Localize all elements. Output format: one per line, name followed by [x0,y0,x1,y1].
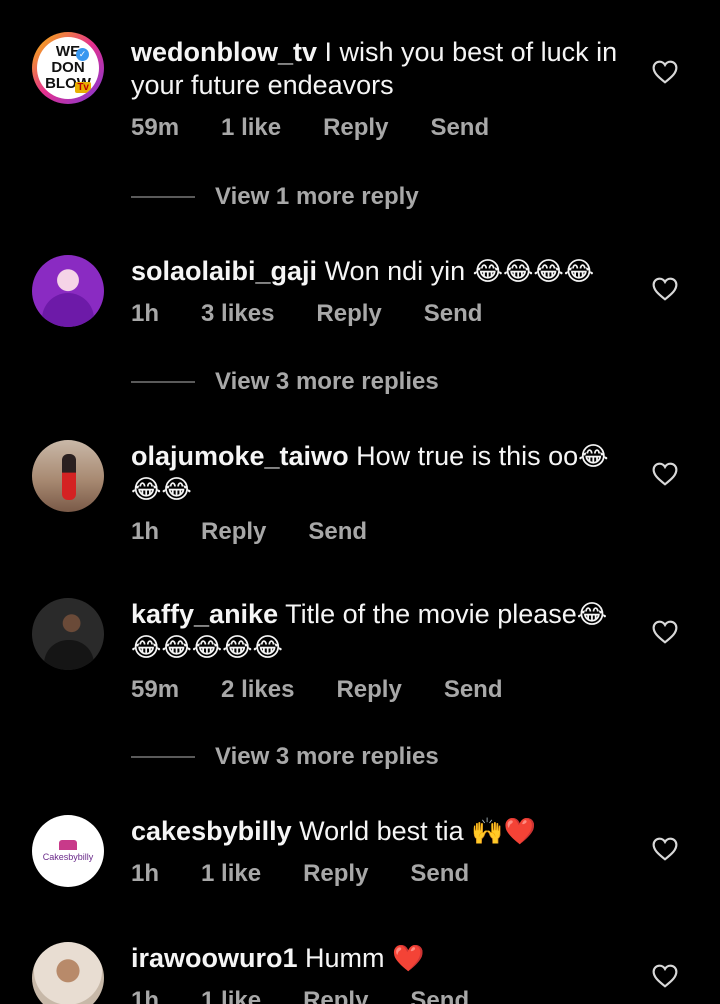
reply-button[interactable]: Reply [303,987,368,1004]
view-more-replies[interactable]: View 3 more replies [131,368,439,396]
comment-message: Humm [297,943,393,973]
view-more-replies[interactable]: View 3 more replies [131,743,439,771]
comment-time: 1h [131,300,160,327]
avatar[interactable] [32,440,104,512]
avatar[interactable] [32,598,104,670]
comment-meta: 1h 1 like Reply Send [131,860,631,888]
view-more-replies[interactable]: View 1 more reply [131,183,419,211]
comment-emoji: ❤️ [392,943,425,973]
comment-likes[interactable]: 1 like [201,987,261,1004]
comment-time: 59m [131,676,180,703]
comment-username[interactable]: cakesbybilly [131,816,292,846]
send-button[interactable]: Send [444,676,503,704]
comment-time: 59m [131,114,180,141]
send-button[interactable]: Send [424,300,483,328]
comment-text: wedonblow_tv I wish you best of luck in … [131,36,631,102]
cake-icon [59,839,77,850]
reply-button[interactable]: Reply [336,676,401,704]
comment-time: 1h [131,518,160,545]
comment-likes[interactable]: 3 likes [201,300,274,328]
comment-text: cakesbybilly World best tia 🙌❤️ [131,815,631,848]
comment-meta: 1h 3 likes Reply Send [131,300,631,328]
divider [131,196,195,198]
avatar-tv-badge: Tv [75,82,91,93]
comment-meta: 1h 1 like Reply Send [131,987,631,1004]
send-button[interactable]: Send [430,114,489,142]
heart-outline-icon[interactable] [652,277,678,301]
view-more-label: View 3 more replies [215,743,439,770]
avatar[interactable] [32,942,104,1004]
comment-text: olajumoke_taiwo How true is this oo😂😂😂 [131,440,631,506]
avatar-brand-text: Cakesbybilly [42,851,94,862]
send-button[interactable]: Send [410,860,469,888]
comment-message: World best tia [291,816,472,846]
comment-meta: 59m 2 likes Reply Send [131,676,631,704]
comment-message: Won ndi yin [317,256,473,286]
reply-button[interactable]: Reply [316,300,381,328]
comment-emoji: 🙌❤️ [471,816,536,846]
comment-time: 1h [131,860,160,887]
view-more-label: View 1 more reply [215,183,419,210]
verified-badge-icon: ✓ [76,48,89,61]
avatar[interactable] [32,255,104,327]
comment-likes[interactable]: 1 like [201,860,261,888]
heart-outline-icon[interactable] [652,462,678,486]
avatar[interactable]: WE DON BLOW ✓ Tv [32,32,104,104]
comment-message: Title of the movie please [278,599,577,629]
send-button[interactable]: Send [308,518,367,546]
comment-time: 1h [131,987,160,1004]
comment-likes[interactable]: 1 like [221,114,281,142]
comment-likes[interactable]: 2 likes [221,676,294,704]
view-more-label: View 3 more replies [215,368,439,395]
reply-button[interactable]: Reply [323,114,388,142]
reply-button[interactable]: Reply [303,860,368,888]
comment-text: solaolaibi_gaji Won ndi yin 😂😂😂😂 [131,255,631,288]
comment-text: kaffy_anike Title of the movie please😂😂😂… [131,598,631,664]
heart-outline-icon[interactable] [652,620,678,644]
comment-meta: 1h Reply Send [131,518,631,546]
comment-username[interactable]: wedonblow_tv [131,37,317,67]
heart-outline-icon[interactable] [652,60,678,84]
send-button[interactable]: Send [410,987,469,1004]
avatar[interactable]: Cakesbybilly [32,815,104,887]
comment-username[interactable]: solaolaibi_gaji [131,256,317,286]
comment-emoji: 😂😂😂😂 [472,256,595,286]
heart-outline-icon[interactable] [652,964,678,988]
comment-username[interactable]: irawoowuro1 [131,943,298,973]
reply-button[interactable]: Reply [201,518,266,546]
divider [131,756,195,758]
divider [131,381,195,383]
comment-text: irawoowuro1 Humm ❤️ [131,942,631,975]
avatar-logo-line: DON [51,59,85,76]
comment-username[interactable]: olajumoke_taiwo [131,441,349,471]
comment-meta: 59m 1 like Reply Send [131,114,631,142]
heart-outline-icon[interactable] [652,837,678,861]
comment-message: How true is this oo [348,441,579,471]
comment-username[interactable]: kaffy_anike [131,599,278,629]
